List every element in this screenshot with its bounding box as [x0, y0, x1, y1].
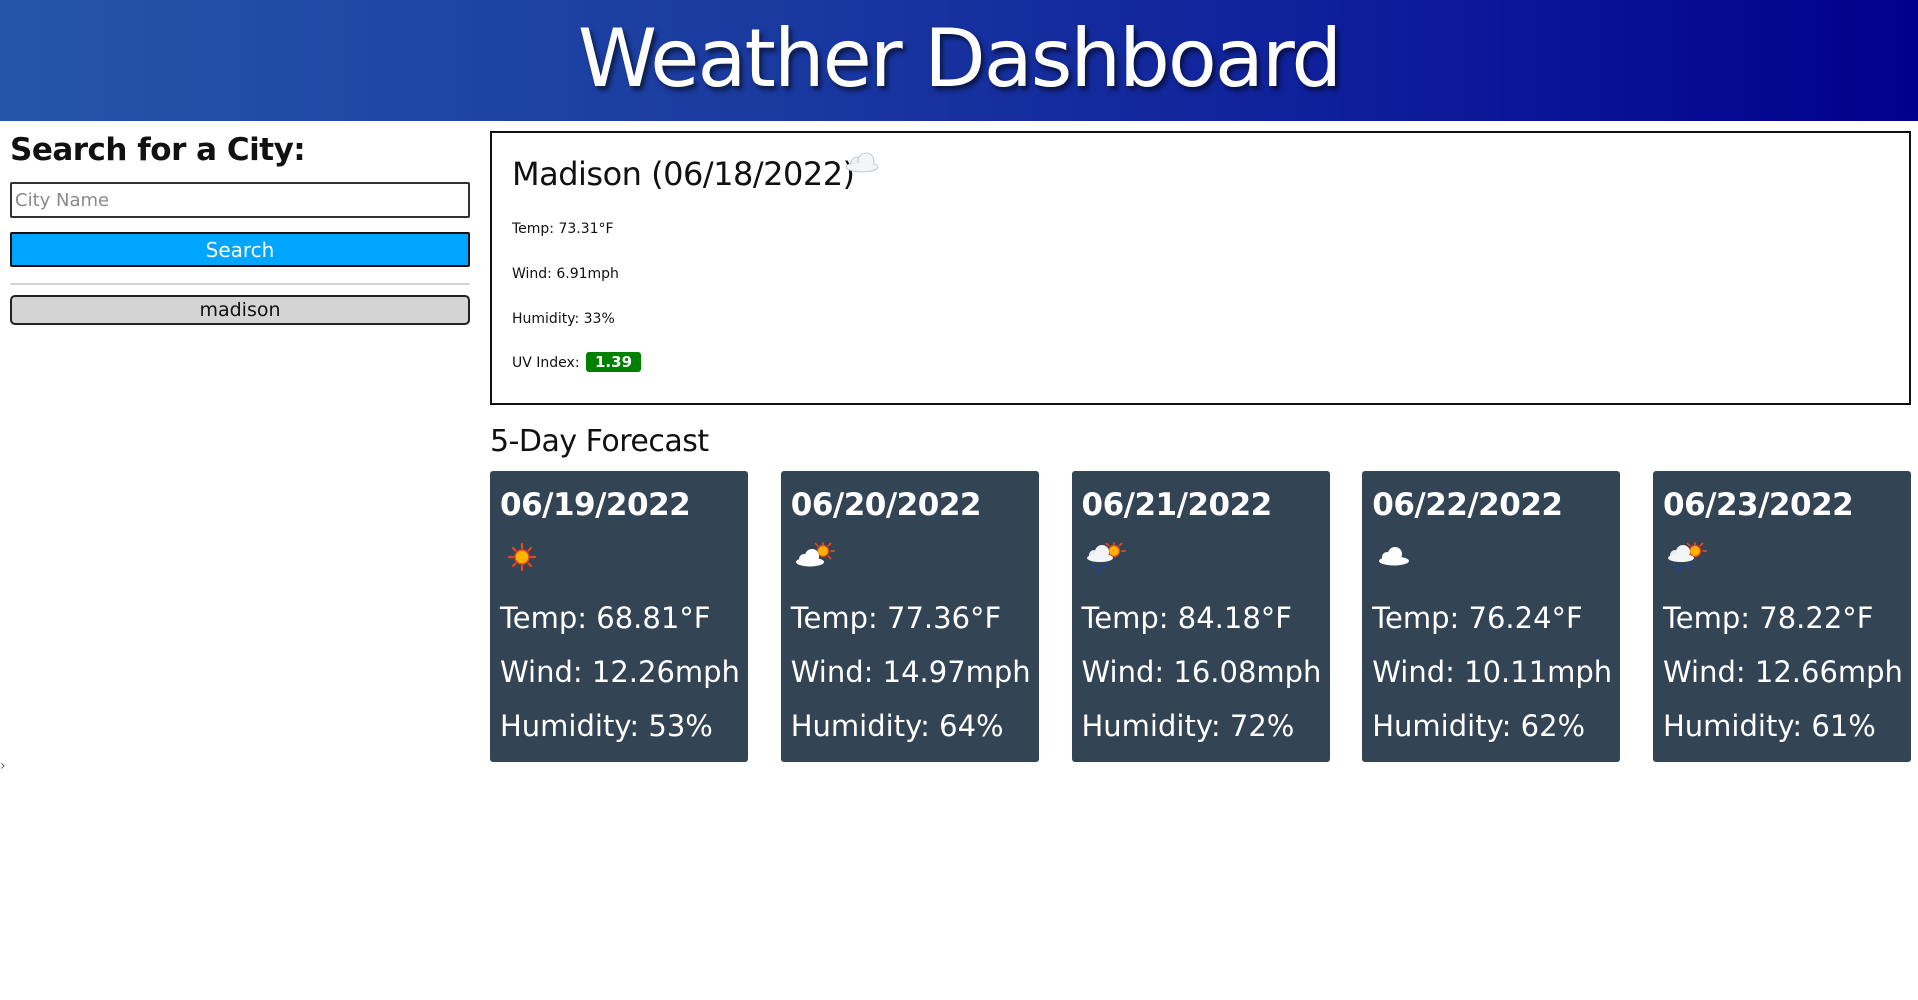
forecast-temp: Temp: 76.24°F [1372, 601, 1583, 635]
forecast-wind: Wind: 12.66mph [1663, 655, 1903, 689]
forecast-date: 06/19/2022 [500, 487, 691, 523]
search-button[interactable]: Search [10, 232, 470, 267]
forecast-temp: Temp: 77.36°F [790, 601, 1002, 635]
cloud-icon [840, 143, 884, 183]
forecast-heading: 5-Day Forecast [490, 424, 709, 459]
current-uv-row: UV Index: 1.39 [512, 352, 642, 372]
forecast-wind: Wind: 10.11mph [1372, 655, 1613, 689]
history-city-button[interactable]: madison [10, 295, 470, 325]
search-sidebar: Search for a City: Search madison [10, 130, 470, 325]
uv-index-badge: 1.39 [586, 352, 642, 372]
current-temp: Temp: 73.31°F [512, 221, 614, 237]
forecast-humidity: Humidity: 61% [1663, 709, 1876, 743]
forecast-humidity: Humidity: 64% [790, 709, 1004, 743]
forecast-card: 06/22/2022 Temp: 76.24°F Wind: 10.11mph … [1362, 471, 1621, 762]
forecast-temp: Temp: 78.22°F [1663, 601, 1874, 635]
chevron-right-icon: › [0, 758, 6, 774]
cloud-icon [1372, 537, 1420, 581]
search-heading: Search for a City: [10, 132, 306, 168]
forecast-humidity: Humidity: 53% [500, 709, 713, 743]
forecast-temp: Temp: 84.18°F [1081, 601, 1292, 635]
current-weather-panel: Madison (06/18/2022) Temp: 73.31°F Wind:… [490, 131, 1911, 405]
forecast-date: 06/22/2022 [1372, 487, 1563, 523]
uv-index-label: UV Index: [512, 355, 580, 371]
partly-cloudy-icon [791, 537, 839, 581]
forecast-wind: Wind: 12.26mph [500, 655, 740, 689]
forecast-humidity: Humidity: 62% [1372, 709, 1586, 743]
sidebar-divider [10, 283, 470, 285]
current-city-heading: Madison (06/18/2022) [512, 155, 855, 193]
app-header: Weather Dashboard [0, 0, 1918, 121]
forecast-cards: 06/19/2022 Temp: 68.81°F Wind: 12.26mph … [490, 471, 1911, 762]
forecast-card: 06/20/2022 Temp: 77.36°F Wind: 14.97mph … [780, 471, 1039, 762]
forecast-date: 06/21/2022 [1081, 487, 1273, 523]
rain-sun-icon [1082, 537, 1130, 581]
forecast-wind: Wind: 14.97mph [790, 655, 1031, 689]
forecast-date: 06/23/2022 [1663, 487, 1854, 523]
rain-sun-icon [1663, 537, 1711, 581]
search-history-list: madison [10, 295, 470, 325]
forecast-card: 06/21/2022 Temp: 84.18°F Wind: 16.08mph … [1071, 471, 1330, 762]
page-title: Weather Dashboard [577, 12, 1342, 105]
forecast-card: 06/23/2022 Temp: 78.22°F Wind: 12.66mph … [1653, 471, 1911, 762]
city-name-input[interactable] [10, 182, 470, 218]
forecast-humidity: Humidity: 72% [1081, 709, 1295, 743]
forecast-date: 06/20/2022 [790, 487, 982, 523]
forecast-wind: Wind: 16.08mph [1081, 655, 1322, 689]
forecast-card: 06/19/2022 Temp: 68.81°F Wind: 12.26mph … [490, 471, 748, 762]
current-wind: Wind: 6.91mph [512, 266, 619, 282]
current-humidity: Humidity: 33% [512, 311, 615, 327]
sun-icon [500, 537, 544, 581]
forecast-temp: Temp: 68.81°F [500, 601, 711, 635]
